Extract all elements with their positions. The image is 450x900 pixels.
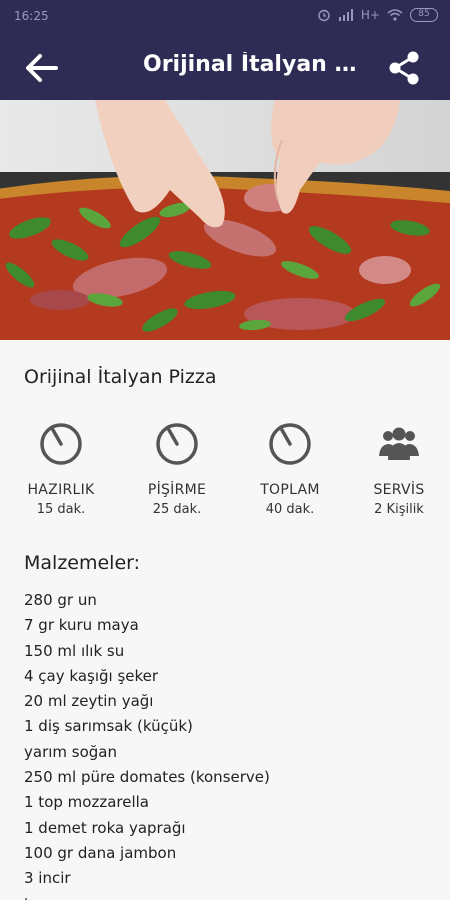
stat-value: 2 Kişilik — [374, 502, 424, 517]
battery-icon: 85 — [410, 8, 438, 22]
page-title: Orijinal İtalyan Pizza — [143, 52, 358, 77]
stat-label: HAZIRLIK — [27, 482, 95, 498]
signal-icon — [338, 9, 353, 21]
share-icon[interactable] — [384, 48, 424, 88]
list-item: 100 gr dana jambon — [24, 843, 177, 862]
ingredients-heading: Malzemeler: — [24, 552, 141, 574]
stat-prep: HAZIRLIK 15 dak. — [11, 420, 111, 517]
back-arrow-icon[interactable] — [22, 48, 62, 88]
people-icon — [379, 427, 419, 460]
stat-total: TOPLAM 40 dak. — [240, 420, 340, 517]
recipe-details: Orijinal İtalyan Pizza HAZIRLIK 15 dak. … — [0, 340, 450, 900]
stat-cook: PİŞİRME 25 dak. — [127, 420, 227, 517]
stat-servings: SERVİS 2 Kişilik — [349, 420, 449, 517]
stat-value: 15 dak. — [36, 502, 86, 517]
stat-value: 25 dak. — [152, 502, 202, 517]
timer-icon — [40, 423, 82, 465]
recipe-title: Orijinal İtalyan Pizza — [24, 366, 217, 388]
recipe-photo — [0, 100, 450, 340]
alarm-icon — [318, 9, 330, 22]
wifi-icon — [387, 9, 403, 21]
list-item: 1 top mozzarella — [24, 793, 149, 812]
list-item: tuz — [24, 892, 270, 900]
list-item: 150 ml ılık su — [24, 641, 125, 660]
list-item: 280 gr un — [24, 591, 97, 609]
status-icons: H+ 85 — [317, 8, 438, 22]
list-item: yarım soğan — [24, 742, 117, 761]
status-time: 16:25 — [14, 9, 49, 23]
list-item: 3 incir — [24, 869, 71, 888]
stat-value: 40 dak. — [265, 502, 315, 517]
status-bar: 16:25 H+ 85 — [0, 0, 450, 34]
list-item: 250 ml püre domates (konserve) — [24, 768, 270, 787]
timer-icon — [269, 423, 311, 465]
timer-icon — [156, 423, 198, 465]
app-bar: Orijinal İtalyan Pizza — [0, 34, 450, 100]
ingredients-list: 280 gr un 7 gr kuru maya 150 ml ılık su … — [24, 588, 270, 900]
list-item: 20 ml zeytin yağı — [24, 692, 154, 711]
list-item: 7 gr kuru maya — [24, 616, 139, 635]
network-type: H+ — [360, 8, 380, 22]
list-item: 1 diş sarımsak (küçük) — [24, 717, 193, 736]
list-item: 4 çay kaşığı şeker — [24, 666, 159, 685]
stat-label: PİŞİRME — [147, 482, 207, 498]
stat-label: SERVİS — [373, 482, 425, 498]
stat-label: TOPLAM — [260, 482, 320, 498]
list-item: 1 demet roka yaprağı — [24, 818, 186, 837]
